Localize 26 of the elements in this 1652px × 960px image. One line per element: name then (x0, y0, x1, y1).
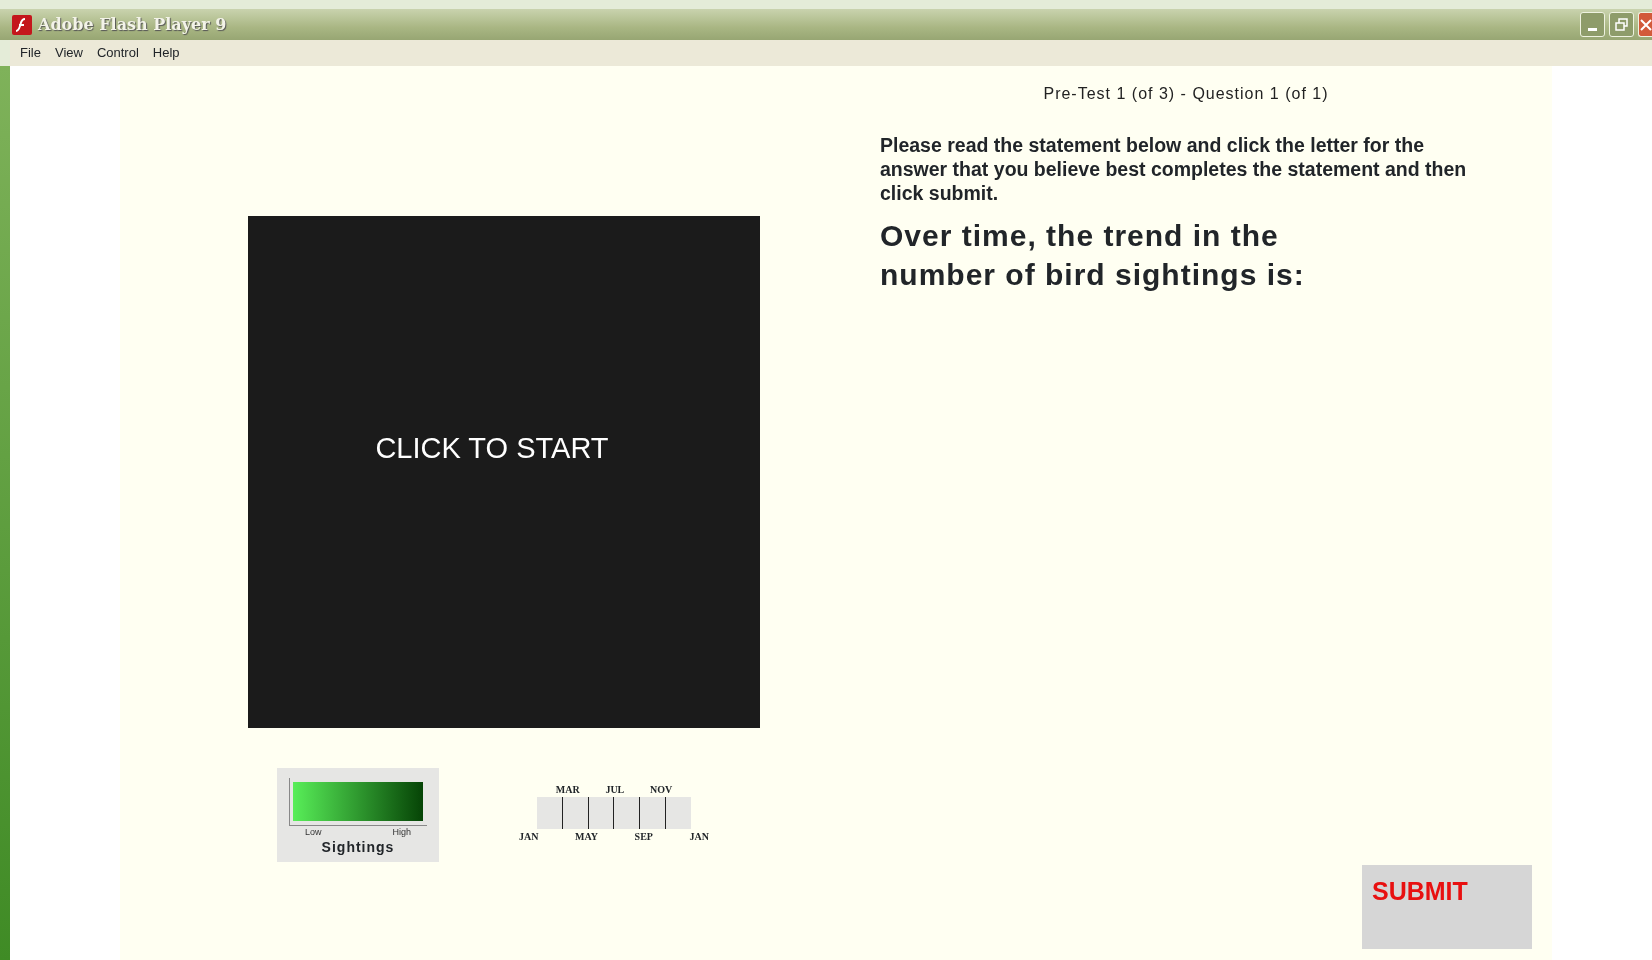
start-button[interactable]: CLICK TO START (248, 216, 760, 728)
legend-label: Low (305, 826, 322, 839)
close-button[interactable] (1638, 12, 1652, 37)
month-label: MAY (575, 830, 598, 844)
legend-title: Sightings (320, 839, 396, 854)
restore-icon (1615, 18, 1628, 31)
month-label: JAN (519, 830, 539, 844)
close-icon (1639, 17, 1652, 32)
month-label: JUL (605, 783, 625, 797)
question-text: Over time, the trend in the number of bird sightings is: (880, 217, 1306, 293)
menu-item[interactable]: File (20, 43, 41, 63)
month-label: SEP (634, 830, 653, 844)
window-title: Adobe Flash Player 9 (38, 13, 227, 36)
menu-item[interactable]: View (54, 43, 83, 63)
month-label: JAN (689, 830, 709, 844)
progress-header: Pre-Test 1 (of 3) - Question 1 (of 1) (1042, 84, 1330, 104)
minimize-button[interactable] (1580, 12, 1605, 37)
month-label: NOV (649, 783, 673, 797)
minimize-icon (1588, 28, 1597, 31)
restore-button[interactable] (1609, 12, 1634, 37)
menu-item[interactable]: Control (96, 43, 139, 63)
menu-item[interactable]: Help (152, 43, 180, 63)
month-label: MAR (555, 783, 580, 797)
instructions-text: Please read the statement below and click the letter for the answer that you believe best completes the statement and then click submit. (880, 134, 1468, 206)
app-icon (12, 14, 32, 35)
legend-label: High (392, 826, 411, 839)
